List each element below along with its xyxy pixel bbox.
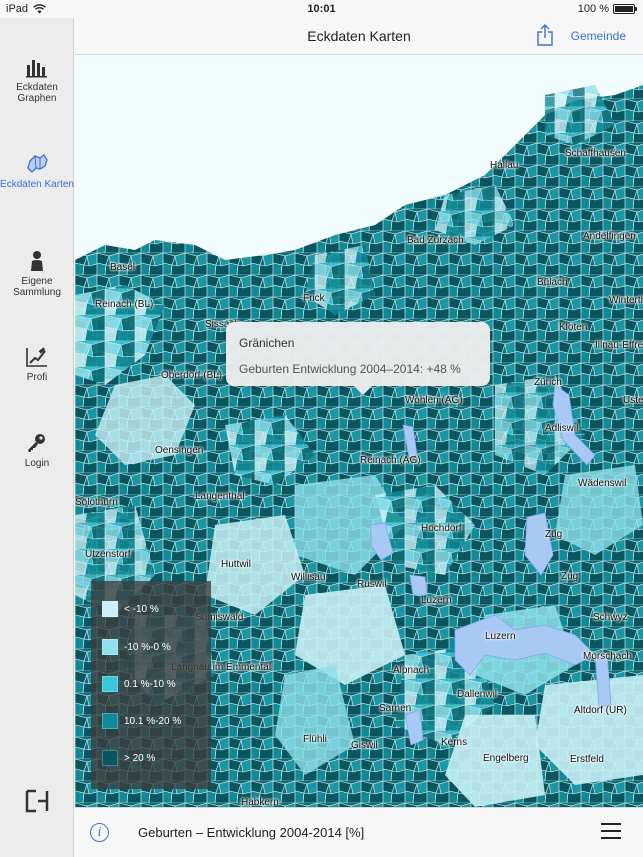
sidebar-item-profi[interactable]: Profi (0, 346, 74, 383)
place-label: Giswil (351, 740, 378, 751)
bottom-bar: i Geburten – Entwicklung 2004-2014 [%] (75, 807, 643, 857)
place-label: Alpnach (393, 665, 430, 676)
place-label: Oberdorf (BL) (161, 370, 223, 381)
status-bar: iPad 10:01 100 % (0, 0, 643, 18)
legend-swatch (102, 750, 118, 766)
place-label: Utzenstorf (85, 549, 131, 560)
place-label: Habkern (241, 797, 279, 807)
place-label: Schaffhausen (565, 148, 626, 159)
person-icon (31, 251, 43, 271)
place-label: Uster (623, 395, 643, 406)
place-label: Engelberg (483, 753, 529, 764)
place-label: Morschach (583, 651, 632, 662)
place-label: Reinach (AG) (360, 455, 421, 466)
place-label: Zürich (534, 377, 562, 388)
place-label: Adliswil (545, 423, 579, 434)
legend-swatch (102, 713, 118, 729)
sidebar-item-label: Eckdaten Karten (0, 179, 74, 190)
place-label: Illnau-Effretikon (595, 340, 643, 351)
place-label: Sarnen (379, 703, 412, 714)
nav-bar: Eckdaten Karten Gemeinde (75, 18, 643, 55)
place-label: Schwyz (593, 612, 628, 623)
hamburger-menu-icon[interactable] (601, 823, 621, 839)
map-icon (27, 154, 48, 173)
legend-item: > 20 % (102, 750, 155, 766)
legend-label: -10 %-0 % (124, 641, 171, 653)
key-icon (28, 434, 45, 452)
place-label: Dallenwil (457, 689, 498, 700)
place-label: Altdorf (UR) (574, 705, 627, 716)
sidebar-item-eckdaten-karten[interactable]: Eckdaten Karten (0, 153, 74, 190)
popup-title: Gränichen (239, 336, 295, 350)
indicator-title[interactable]: Geburten – Entwicklung 2004-2014 [%] (138, 825, 364, 840)
legend-swatch (102, 639, 118, 655)
legend-item: -10 %-0 % (102, 639, 171, 655)
place-label: Luzern (485, 631, 516, 642)
map-legend: < -10 % -10 %-0 % 0.1 %-10 % 10.1 %-20 %… (91, 581, 211, 789)
place-label: Basel (110, 262, 136, 273)
popup-value: Geburten Entwicklung 2004–2014: +48 % (239, 362, 461, 376)
sidebar-item-eckdaten-graphen[interactable]: Eckdaten Graphen (0, 56, 74, 104)
bar-chart-icon (26, 60, 47, 78)
sidebar-item-label: Login (24, 458, 50, 469)
legend-item: 0.1 %-10 % (102, 676, 176, 692)
place-label: Wohlen (AG) (405, 395, 463, 406)
legend-item: < -10 % (102, 601, 159, 617)
legend-swatch (102, 676, 118, 692)
place-label: Langenthal (195, 491, 245, 502)
place-label: Winterthur (609, 295, 643, 306)
place-label: Zug (545, 529, 563, 540)
place-label: Andelfingen (583, 231, 636, 242)
legend-label: < -10 % (124, 603, 159, 615)
municipality-popup[interactable]: Gränichen Geburten Entwicklung 2004–2014… (226, 322, 490, 395)
profi-chart-icon (26, 347, 47, 367)
place-label: Erstfeld (570, 754, 604, 765)
place-label: Luzern (421, 595, 452, 606)
status-right: 100 % (577, 3, 637, 15)
legend-label: 0.1 %-10 % (124, 678, 176, 690)
sidebar-item-login[interactable]: Login (0, 432, 74, 469)
battery-icon (613, 4, 637, 14)
place-label: Hallau (490, 160, 519, 171)
legend-label: > 20 % (124, 752, 156, 764)
place-label: Hochdorf (421, 523, 462, 534)
page-title: Eckdaten Karten (307, 28, 411, 44)
sidebar-item-eigene-sammlung[interactable]: Eigene Sammlung (0, 250, 74, 298)
place-label: Bad Zurzach (407, 235, 464, 246)
place-label: Bülach (537, 277, 568, 288)
legend-label: 10.1 %-20 % (124, 715, 182, 727)
place-label: Kloten (559, 322, 588, 333)
sidebar-item-label: Profi (26, 372, 48, 383)
sidebar: Eckdaten Graphen Eckdaten Karten Eigene … (0, 18, 74, 857)
place-label: Oensingen (155, 445, 204, 456)
place-label: Willisau (291, 572, 326, 583)
info-icon[interactable]: i (90, 823, 109, 842)
place-label: Wädenswil (578, 478, 627, 489)
legend-swatch (102, 601, 118, 617)
place-label: Solothurn (75, 497, 118, 508)
place-label: Reinach (BL) (95, 299, 154, 310)
place-label: Zug (561, 571, 579, 582)
status-time: 10:01 (307, 3, 336, 15)
place-label: Ruswil (357, 579, 387, 590)
place-label: Flühli (303, 734, 327, 745)
sidebar-item-label: Eckdaten Graphen (16, 82, 58, 104)
battery-percent: 100 % (577, 3, 609, 15)
gemeinde-button[interactable]: Gemeinde (571, 29, 626, 43)
app-logo-icon (25, 789, 49, 813)
legend-item: 10.1 %-20 % (102, 713, 181, 729)
share-icon[interactable] (536, 23, 554, 47)
sidebar-item-label: Eigene Sammlung (13, 276, 61, 298)
place-label: Huttwil (221, 559, 252, 570)
place-label: Kerns (441, 737, 468, 748)
place-label: Frick (303, 293, 325, 304)
